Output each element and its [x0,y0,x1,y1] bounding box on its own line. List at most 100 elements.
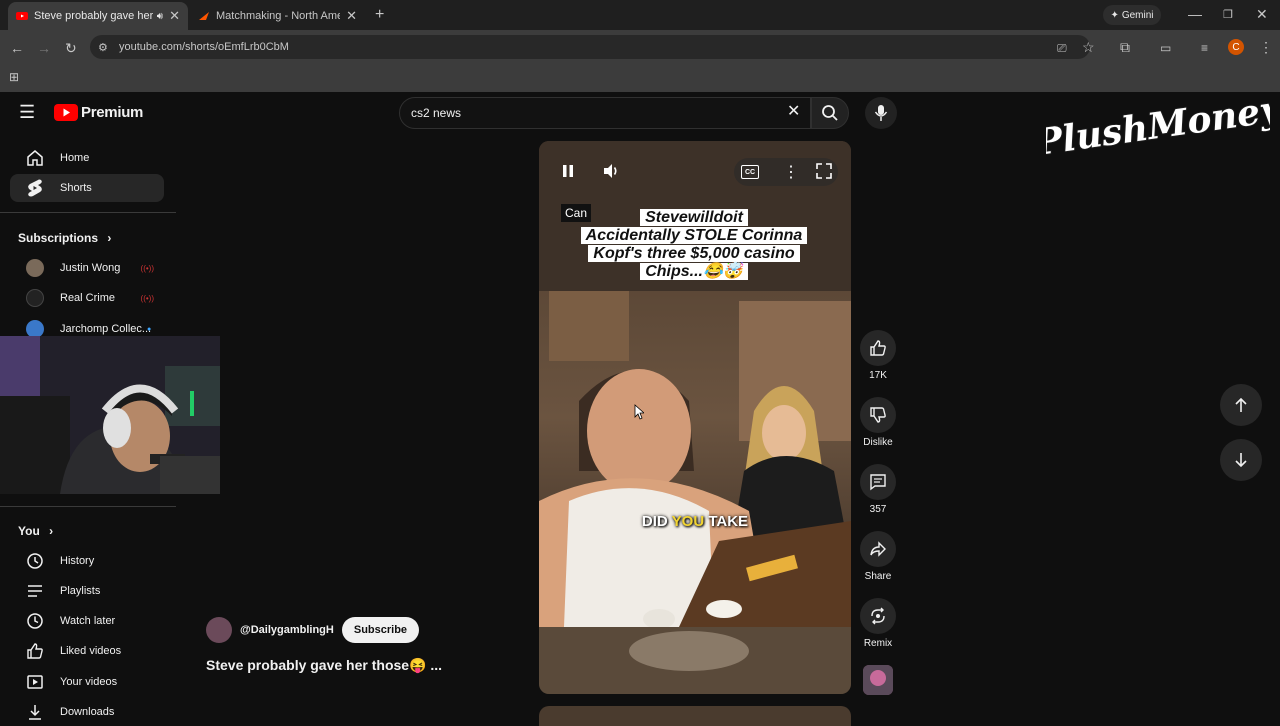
remix-icon [871,607,885,625]
like-count: 17K [869,370,887,381]
share-button[interactable]: Share [860,531,896,582]
live-indicator-icon: ((•)) [140,263,154,273]
caption-line: Accidentally STOLE Corinna [580,227,808,244]
mouse-cursor-icon [634,404,644,420]
sidebar-item-downloads[interactable]: Downloads [10,698,164,726]
back-icon[interactable]: ← [10,40,24,56]
sidebar-item-history[interactable]: History [10,547,164,575]
plushmoney-logo: PlushMoney [1031,86,1280,165]
remix-button[interactable]: Remix [860,598,896,649]
close-tab-icon[interactable]: ✕ [169,8,180,24]
cast-icon[interactable]: ▭ [1160,40,1171,56]
apps-grid-icon[interactable]: ⊞ [9,69,19,85]
comment-count: 357 [869,504,887,515]
youtube-logo[interactable]: Premium [54,104,143,121]
search-button[interactable] [811,97,849,129]
sidebar-item-label: History [60,555,95,567]
minimize-icon[interactable]: — [1188,6,1202,22]
channel-avatar [26,259,44,277]
remix-label: Remix [863,638,893,649]
browser-tab[interactable]: Matchmaking - North America 5V ✕ [190,2,365,30]
voice-search-button[interactable] [865,97,897,129]
thumbs-up-icon [870,340,886,356]
arrow-down-icon [1235,453,1247,468]
sidebar-item-liked-videos[interactable]: Liked videos [10,637,164,665]
tab-audio-icon[interactable]: 🔊︎ [157,11,163,22]
tab-title: Matchmaking - North America 5V [216,10,340,22]
short-video-player[interactable]: CC ⋮ Can Stevewilldoit Accidentally STOL… [539,141,851,694]
fullscreen-button[interactable] [816,163,832,184]
short-title[interactable]: Steve probably gave her those😝 ... [206,657,442,674]
youtube-favicon-icon [16,12,28,20]
close-tab-icon[interactable]: ✕ [346,8,357,24]
next-short-button[interactable] [1220,439,1262,481]
volume-button[interactable] [602,162,620,180]
next-short-preview[interactable] [539,706,851,726]
profile-avatar[interactable]: C [1228,39,1244,55]
you-heading[interactable]: You › [18,524,53,538]
channel-avatar[interactable] [206,617,232,643]
extensions-icon[interactable]: ⧉ [1120,39,1130,55]
gemini-button[interactable]: ✦ Gemini [1103,5,1161,25]
reload-icon[interactable]: ↻ [65,40,77,56]
sidebar-item-shorts[interactable]: Shorts [10,174,164,202]
browser-menu-icon[interactable]: ⋮ [1259,39,1273,55]
subscribe-button[interactable]: Subscribe [341,617,420,643]
new-tab-button[interactable]: + [375,7,384,23]
previous-short-button[interactable] [1220,384,1262,426]
history-icon [27,553,43,569]
volume-icon [604,164,617,178]
webcam-overlay [0,336,220,494]
arrow-up-icon [1235,397,1247,412]
browser-tab-active[interactable]: Steve probably gave her those 🔊︎ ✕ [8,2,188,30]
subscription-item[interactable]: Real Crime ((•)) [10,284,164,312]
hamburger-menu-icon[interactable]: ☰ [19,103,35,121]
sidebar-item-your-videos[interactable]: Your videos [10,668,164,696]
channel-avatar [26,289,44,307]
more-options-icon[interactable]: ⋮ [783,162,799,182]
gemini-label: Gemini [1121,9,1154,21]
restore-icon[interactable]: ❐ [1223,7,1233,23]
comments-button[interactable]: 357 [860,464,896,515]
video-subtitle: DID YOU TAKE [539,513,851,530]
subscriptions-heading[interactable]: Subscriptions › [18,231,111,245]
channel-name[interactable]: @DailygamblingH [240,624,334,636]
downloads-icon [29,705,41,720]
subtitle-text: TAKE [704,513,749,530]
dislike-button[interactable]: Dislike [860,397,896,448]
sidebar-item-label: Shorts [60,182,92,194]
subscription-item[interactable]: Justin Wong ((•)) [10,254,164,282]
bookmark-star-icon[interactable]: ☆ [1082,39,1095,55]
plushmoney-logo-image: PlushMoney [1031,87,1280,165]
sidebar-item-home[interactable]: Home [10,144,164,172]
url-text[interactable]: youtube.com/shorts/oEmfLrb0CbM [119,41,289,53]
playlists-icon [28,585,42,597]
search-input[interactable]: cs2 news [411,106,461,120]
sidebar-item-watch-later[interactable]: Watch later [10,607,164,635]
caption-line: Chips...😂🤯 [640,263,748,280]
share-icon [870,541,886,557]
site-info-icon[interactable]: ⚙︎ [98,40,108,56]
browser-tab-bar: Steve probably gave her those 🔊︎ ✕ Match… [0,0,1280,30]
pause-button[interactable] [559,162,577,180]
subscription-label: Real Crime [60,292,116,304]
watch-later-icon [27,613,43,629]
captions-button[interactable]: CC [741,165,759,179]
thumbs-down-icon [870,407,886,423]
clear-search-icon[interactable]: ✕ [787,104,800,120]
audio-track-thumbnail[interactable] [863,665,893,695]
youtube-logo-icon [54,104,78,121]
sidebar-item-label: Liked videos [60,645,122,657]
subscriptions-heading-label: Subscriptions [18,231,99,245]
install-app-icon[interactable]: ⎚ [1057,40,1067,56]
caption-line: Stevewilldoit [640,209,748,226]
window-close-icon[interactable]: ✕ [1256,6,1268,22]
microphone-icon [874,105,888,121]
new-content-dot-icon: ● [147,325,152,333]
sidebar-item-playlists[interactable]: Playlists [10,577,164,605]
logo-wordmark: PlushMoney [1046,88,1270,164]
forward-icon[interactable]: → [37,40,51,56]
pause-icon [563,165,573,177]
like-button[interactable]: 17K [860,330,896,381]
media-control-icon[interactable]: ≡ [1201,40,1208,56]
